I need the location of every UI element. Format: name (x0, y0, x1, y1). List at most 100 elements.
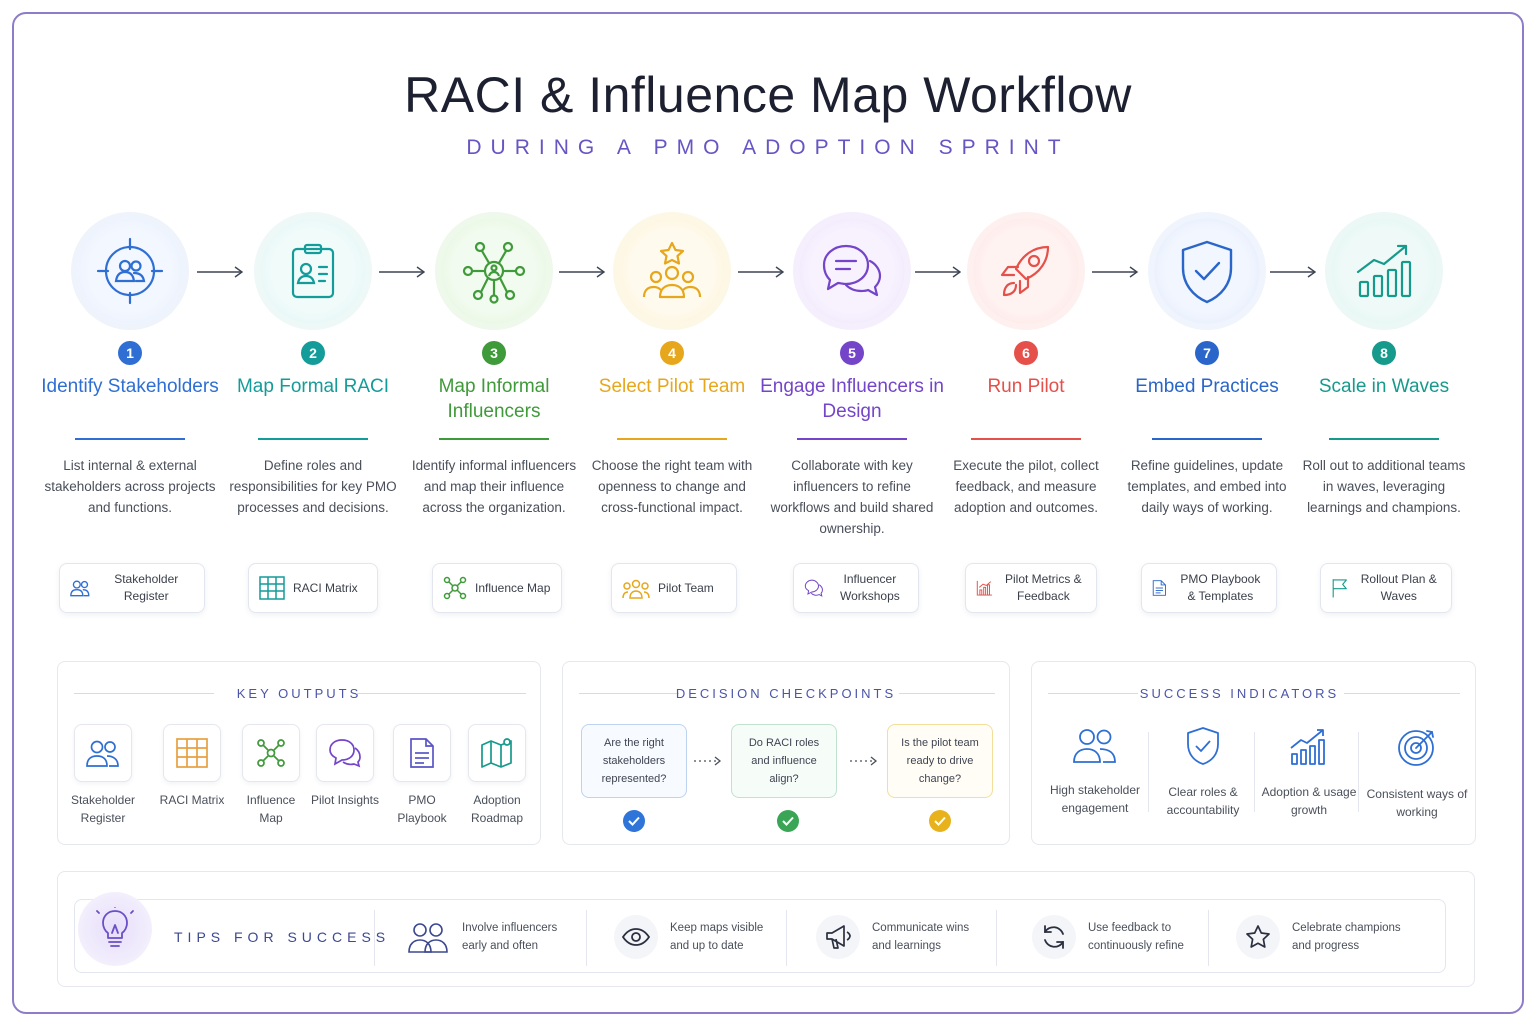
step-7-title: Embed Practices (1135, 376, 1279, 397)
step-5-number: 5 (840, 341, 864, 365)
step-3-icon-circle (441, 218, 547, 324)
team-star-icon (642, 241, 702, 299)
network-small-icon (443, 576, 467, 600)
step-7-chip-label: PMO Playbook & Templates (1180, 572, 1261, 603)
step-2-underline (258, 438, 368, 440)
step-6-title: Run Pilot (987, 376, 1065, 397)
key-output-item[interactable]: RACI Matrix (157, 724, 227, 809)
divider (1344, 693, 1460, 694)
divider (374, 910, 375, 966)
step-4-output-chip[interactable]: Pilot Team (611, 563, 737, 613)
tip-item: Celebrate champions and progress (1236, 912, 1402, 962)
target-people-icon (96, 237, 164, 305)
step-1-underline (75, 438, 185, 440)
tip-text: Communicate wins and learnings (872, 922, 970, 952)
step-7-underline (1152, 438, 1262, 440)
success-indicator-item: High stakeholder engagement (1040, 726, 1150, 817)
step-6-chip-label: Pilot Metrics & Feedback (1005, 572, 1082, 603)
step-6-underline (971, 438, 1081, 440)
step-8-icon-circle (1331, 218, 1437, 324)
megaphone-icon (816, 915, 860, 959)
arrow-icon (1092, 266, 1139, 278)
step-5-description: Collaborate with key influencers to refi… (770, 458, 934, 536)
arrow-icon (915, 266, 962, 278)
step-5-chip-label: Influencer Workshops (839, 572, 900, 603)
step-3-description: Identify informal influencers and map th… (411, 458, 577, 515)
divider (1358, 732, 1359, 812)
check-icon (777, 810, 799, 832)
step-8-number: 8 (1372, 341, 1396, 365)
step-4-description: Choose the right team with openness to c… (591, 458, 753, 515)
arrow-icon (379, 266, 426, 278)
step-8-underline (1329, 438, 1439, 440)
key-output-item[interactable]: Influence Map (236, 724, 306, 827)
roadmap-icon (481, 738, 512, 768)
key-output-label: Adoption Roadmap (470, 793, 524, 825)
success-indicator-label: Adoption & usage growth (1261, 785, 1357, 817)
document-icon (410, 738, 434, 768)
divider (1208, 910, 1209, 966)
success-indicator-item: Clear roles & accountability (1148, 726, 1258, 819)
tip-text: Involve influencers early and often (462, 922, 558, 952)
step-2-number: 2 (301, 341, 325, 365)
step-4-number: 4 (660, 341, 684, 365)
tip-text: Celebrate champions and progress (1292, 922, 1401, 952)
step-3-title: Map Informal Influencers (438, 376, 550, 422)
key-output-item[interactable]: PMO Playbook (387, 724, 457, 827)
divider (899, 693, 995, 694)
step-4-underline (617, 438, 727, 440)
step-5-icon-circle (799, 218, 905, 324)
dotted-arrow-icon (694, 756, 722, 766)
step-1-output-chip[interactable]: Stakeholder Register (59, 563, 205, 613)
target-icon (1398, 730, 1434, 766)
key-output-label: Influence Map (246, 793, 296, 825)
key-output-item[interactable]: Adoption Roadmap (462, 724, 532, 827)
shield-check-icon (1181, 240, 1233, 304)
page-subtitle: DURING A PMO ADOPTION SPRINT (466, 136, 1070, 159)
success-indicators-panel: SUCCESS INDICATORS High stakeholder enga… (1031, 661, 1476, 845)
step-2-title: Map Formal RACI (236, 376, 390, 397)
success-indicator-label: Consistent ways of working (1366, 787, 1468, 819)
step-6-number: 6 (1014, 341, 1038, 365)
people-icon (406, 915, 450, 959)
tips-panel: TIPS FOR SUCCESS Involve influencers ear… (57, 871, 1475, 987)
bar-chart-icon (976, 580, 993, 596)
key-output-label: Pilot Insights (310, 793, 380, 807)
key-output-item[interactable]: Pilot Insights (310, 724, 380, 809)
step-1-description: List internal & external stakeholders ac… (44, 458, 216, 515)
key-output-item[interactable]: Stakeholder Register (68, 724, 138, 827)
step-1-title: Identify Stakeholders (41, 376, 219, 397)
divider (586, 910, 587, 966)
key-output-label: RACI Matrix (159, 793, 225, 807)
lightbulb-icon (78, 892, 152, 966)
network-icon (462, 241, 526, 304)
step-6-output-chip[interactable]: Pilot Metrics & Feedback (965, 563, 1097, 613)
step-2-output-chip[interactable]: RACI Matrix (248, 563, 378, 613)
eye-icon (614, 915, 658, 959)
check-icon (623, 810, 645, 832)
step-8-description: Roll out to additional teams in waves, l… (1302, 458, 1466, 515)
arrow-icon (1270, 266, 1317, 278)
step-7-icon-circle (1154, 218, 1260, 324)
success-indicator-label: High stakeholder engagement (1049, 783, 1141, 815)
step-8-output-chip[interactable]: Rollout Plan & Waves (1320, 563, 1452, 613)
tip-item: Keep maps visible and up to date (614, 912, 780, 962)
checkpoint-question: Are the right stakeholders represented? (581, 724, 687, 798)
growth-chart-icon (1290, 729, 1325, 765)
grid-icon (259, 576, 285, 600)
step-7-output-chip[interactable]: PMO Playbook & Templates (1141, 563, 1277, 613)
step-6-description: Execute the pilot, collect feedback, and… (953, 458, 1099, 515)
step-2-chip-label: RACI Matrix (293, 580, 358, 595)
decision-checkpoints-panel: DECISION CHECKPOINTS Are the right stake… (562, 661, 1010, 845)
tip-text: Keep maps visible and up to date (670, 922, 764, 952)
step-5-title: Engage Influencers in Design (760, 376, 944, 422)
success-indicator-item: Consistent ways of working (1362, 726, 1472, 821)
arrow-icon (197, 266, 244, 278)
shield-check-icon (1187, 727, 1219, 765)
step-5-underline (797, 438, 907, 440)
step-8-title: Scale in Waves (1318, 376, 1450, 397)
step-1-chip-label: Stakeholder Register (114, 572, 179, 603)
step-3-output-chip[interactable]: Influence Map (432, 563, 562, 613)
step-5-output-chip[interactable]: Influencer Workshops (793, 563, 919, 613)
people-icon (86, 740, 119, 767)
